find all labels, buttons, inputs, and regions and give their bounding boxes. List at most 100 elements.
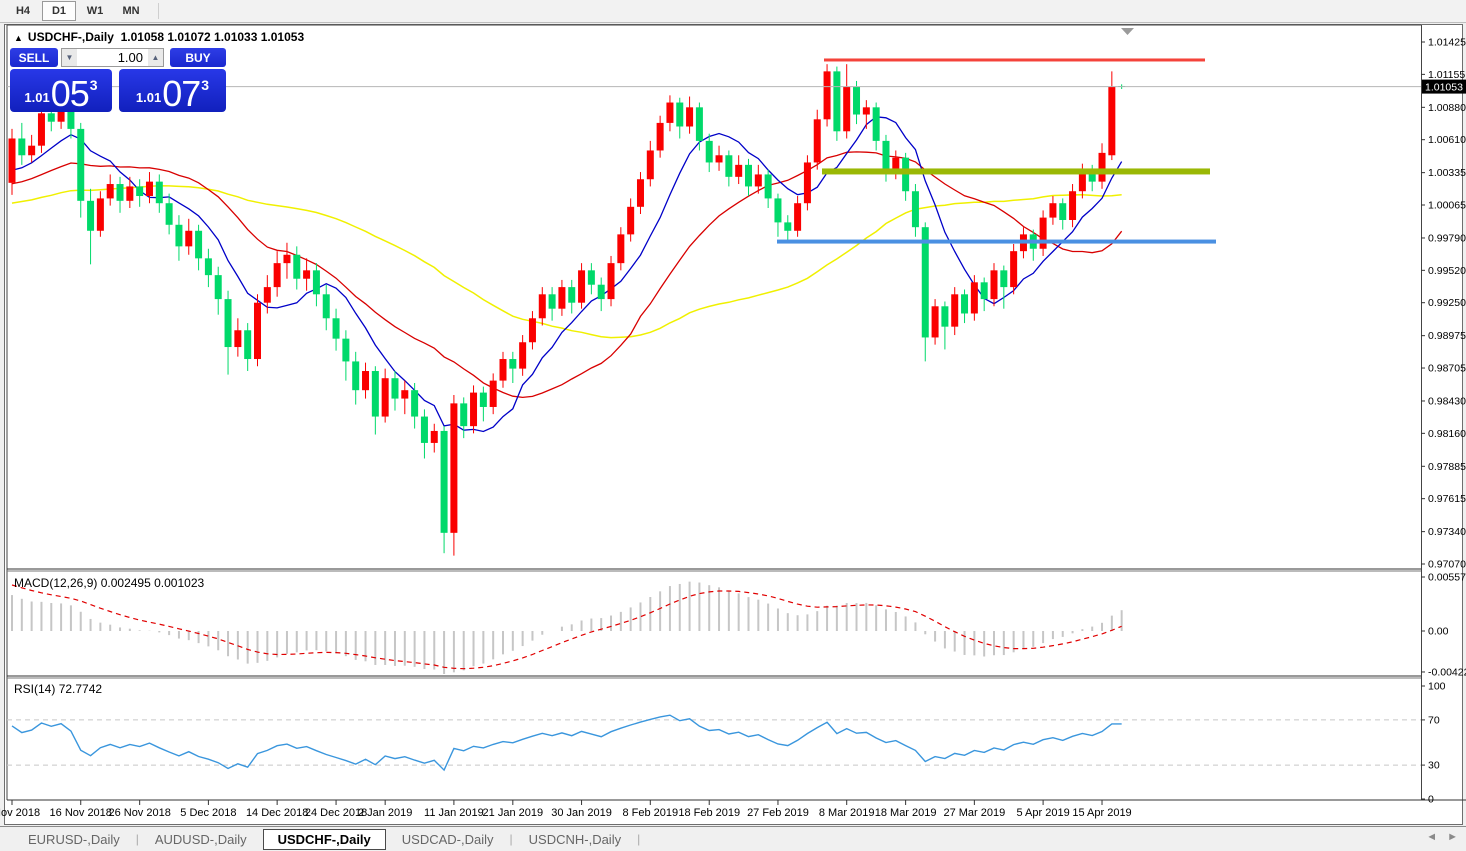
volume-increase-icon[interactable]: ▲ xyxy=(148,49,163,66)
candle-body xyxy=(244,330,251,359)
candle-body xyxy=(500,359,507,381)
candle-body xyxy=(578,270,585,302)
mt4-window: H4 D1 W1 MN 1.010531.014251.011551.00880… xyxy=(0,0,1466,851)
price-tick-label: 0.98705 xyxy=(1428,363,1466,375)
candle-body xyxy=(706,141,713,163)
buy-price-prefix: 1.01 xyxy=(136,90,161,105)
candles-layer xyxy=(9,64,1126,555)
macd-indicator-label: MACD(12,26,9) 0.002495 0.001023 xyxy=(14,576,204,590)
candle-body xyxy=(175,225,182,247)
tabs-scroll-right-icon[interactable]: ► xyxy=(1447,831,1458,843)
date-tick-label: 14 Dec 2018 xyxy=(246,807,308,819)
rsi-layer xyxy=(7,715,1421,770)
tab-usdchf[interactable]: USDCHF-,Daily xyxy=(263,829,386,850)
candle-body xyxy=(97,198,104,230)
price-tick-label: 0.97615 xyxy=(1428,493,1466,505)
resistance-line[interactable] xyxy=(824,58,1205,61)
date-tick-label: 8 Feb 2019 xyxy=(622,807,678,819)
date-tick-label: 2 Jan 2019 xyxy=(358,807,412,819)
date-tick-label: 5 Apr 2019 xyxy=(1016,807,1069,819)
date-tick-label: 26 Nov 2018 xyxy=(108,807,170,819)
sell-button[interactable]: SELL xyxy=(10,48,58,67)
symbol-ohlc-header: ▲USDCHF-,Daily 1.01058 1.01072 1.01033 1… xyxy=(14,30,304,44)
ma-lines-layer xyxy=(12,117,1122,432)
candle-body xyxy=(107,184,114,198)
ohlc-values: 1.01058 1.01072 1.01033 1.01053 xyxy=(121,30,305,44)
volume-decrease-icon[interactable]: ▼ xyxy=(62,49,77,66)
candle-body xyxy=(234,330,241,347)
candle-body xyxy=(627,207,634,235)
price-tick-label: 0.98160 xyxy=(1428,428,1466,440)
collapse-panel-icon[interactable]: ▲ xyxy=(14,33,23,43)
candle-body xyxy=(264,287,271,303)
candle-body xyxy=(657,123,664,151)
chart-shift-marker-icon[interactable] xyxy=(1121,28,1134,35)
rsi-axis: 10070300 xyxy=(1421,681,1446,806)
candle-body xyxy=(1010,251,1017,287)
date-tick-label: 30 Jan 2019 xyxy=(551,807,612,819)
buy-price-box[interactable]: 1.01 07 3 xyxy=(119,69,226,112)
candle-body xyxy=(539,294,546,318)
macd-tick-label: 0.005571 xyxy=(1428,572,1466,584)
chart-tab-bar: EURUSD-,Daily | AUDUSD-,Daily USDCHF-,Da… xyxy=(0,826,1466,851)
candle-body xyxy=(735,165,742,177)
volume-input[interactable] xyxy=(77,49,148,66)
candle-body xyxy=(460,403,467,426)
candle-body xyxy=(441,431,448,533)
candle-body xyxy=(873,107,880,141)
rsi-tick-label: 0 xyxy=(1428,794,1434,806)
date-tick-label: 16 Nov 2018 xyxy=(50,807,112,819)
candle-body xyxy=(490,381,497,407)
rsi-line xyxy=(12,715,1122,770)
chart-canvas[interactable]: 1.010531.014251.011551.008801.006101.003… xyxy=(0,0,1466,851)
buy-price-pip: 3 xyxy=(201,77,209,93)
candle-body xyxy=(598,285,605,299)
date-tick-label: 11 Jan 2019 xyxy=(424,807,484,819)
date-tick-label: 18 Mar 2019 xyxy=(875,807,937,819)
candle-body xyxy=(971,282,978,313)
candle-body xyxy=(146,182,153,196)
price-tick-label: 0.99790 xyxy=(1428,232,1466,244)
sell-price-digits: 05 xyxy=(51,79,89,109)
candle-body xyxy=(1000,270,1007,287)
macd-axis: 0.0055710.00-0.004224 xyxy=(1421,572,1466,679)
candle-body xyxy=(647,150,654,179)
candle-body xyxy=(48,113,55,121)
price-tick-label: 0.98975 xyxy=(1428,330,1466,342)
candle-body xyxy=(195,231,202,259)
sell-price-box[interactable]: 1.01 05 3 xyxy=(10,69,112,112)
tab-usdcad[interactable]: USDCAD-,Daily xyxy=(386,830,510,849)
olive-support-line[interactable] xyxy=(822,168,1210,174)
blue-support-line[interactable] xyxy=(777,240,1216,244)
candle-body xyxy=(362,371,369,390)
tab-audusd[interactable]: AUDUSD-,Daily xyxy=(139,830,263,849)
candle-body xyxy=(794,203,801,231)
macd-tick-label: -0.004224 xyxy=(1428,666,1466,678)
rsi-tick-label: 100 xyxy=(1428,681,1446,693)
buy-price-digits: 07 xyxy=(162,79,200,109)
buy-button[interactable]: BUY xyxy=(170,48,226,67)
candle-body xyxy=(922,227,929,337)
candle-body xyxy=(283,255,290,263)
candle-body xyxy=(588,270,595,284)
candle-body xyxy=(313,270,320,294)
macd-name: MACD(12,26,9) xyxy=(14,576,97,590)
candle-body xyxy=(431,431,438,443)
tab-usdcnh[interactable]: USDCNH-,Daily xyxy=(513,830,637,849)
tab-eurusd[interactable]: EURUSD-,Daily xyxy=(12,830,136,849)
date-tick-label: 5 Dec 2018 xyxy=(180,807,236,819)
candle-body xyxy=(480,393,487,407)
candle-body xyxy=(28,146,35,156)
date-tick-label: 27 Feb 2019 xyxy=(747,807,809,819)
candle-body xyxy=(342,339,349,362)
candle-body xyxy=(18,138,25,155)
volume-stepper: ▼ ▲ xyxy=(61,48,164,67)
candle-body xyxy=(824,71,831,119)
candle-body xyxy=(156,182,163,204)
candle-body xyxy=(529,318,536,342)
candle-body xyxy=(882,141,889,171)
price-tick-label: 1.00880 xyxy=(1428,102,1466,114)
price-tick-label: 1.00065 xyxy=(1428,200,1466,212)
tabs-scroll-left-icon[interactable]: ◄ xyxy=(1426,831,1437,843)
candle-body xyxy=(225,299,232,347)
